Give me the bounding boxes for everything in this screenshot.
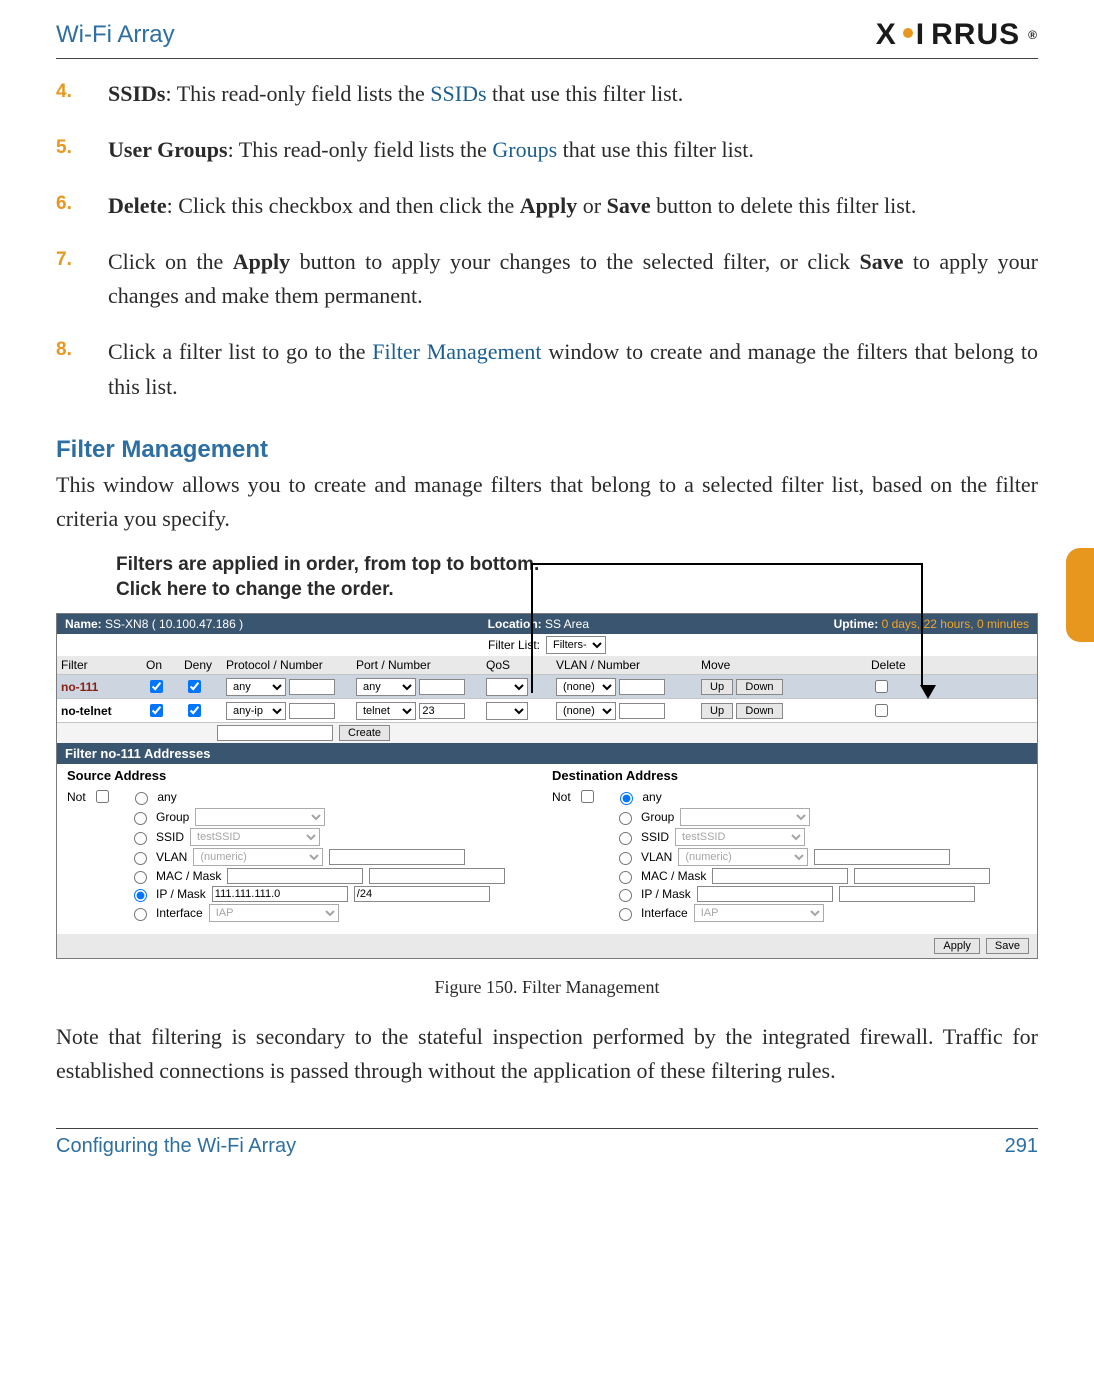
move-down-button[interactable]: Down bbox=[736, 703, 782, 719]
port-num-input[interactable] bbox=[419, 703, 465, 719]
vlan-select[interactable]: (none) bbox=[556, 678, 616, 696]
delete-checkbox[interactable] bbox=[875, 680, 888, 693]
src-group-radio[interactable] bbox=[134, 812, 147, 825]
move-up-button[interactable]: Up bbox=[701, 703, 733, 719]
src-ip-radio[interactable] bbox=[134, 889, 147, 902]
vlan-select[interactable]: (none) bbox=[556, 702, 616, 720]
src-vlan-num-input[interactable] bbox=[329, 849, 465, 865]
dst-vlan-num-input[interactable] bbox=[814, 849, 950, 865]
deny-checkbox[interactable] bbox=[188, 704, 201, 717]
dst-ssid-select[interactable]: testSSID bbox=[675, 828, 805, 846]
column-headers: FilterOnDeny Protocol / NumberPort / Num… bbox=[57, 656, 1037, 675]
dst-ip-radio[interactable] bbox=[619, 889, 632, 902]
side-tab bbox=[1066, 548, 1094, 642]
vlan-num-input[interactable] bbox=[619, 703, 665, 719]
delete-checkbox[interactable] bbox=[875, 704, 888, 717]
note-paragraph: Note that filtering is secondary to the … bbox=[56, 1020, 1038, 1088]
proto-select[interactable]: any-ip bbox=[226, 702, 286, 720]
move-down-button[interactable]: Down bbox=[736, 679, 782, 695]
src-ssid-radio[interactable] bbox=[134, 832, 147, 845]
src-ssid-select[interactable]: testSSID bbox=[190, 828, 320, 846]
port-select[interactable]: any bbox=[356, 678, 416, 696]
figure-caption: Figure 150. Filter Management bbox=[56, 977, 1038, 998]
page-number: 291 bbox=[1005, 1135, 1038, 1158]
source-address-panel: Source Address Not any Group SSID testSS… bbox=[67, 768, 542, 924]
src-iface-select[interactable]: IAP bbox=[209, 904, 339, 922]
ssids-link[interactable]: SSIDs bbox=[430, 81, 486, 106]
src-group-select[interactable] bbox=[195, 808, 325, 826]
port-num-input[interactable] bbox=[419, 679, 465, 695]
create-button[interactable]: Create bbox=[339, 725, 390, 741]
status-bar: Name: SS-XN8 ( 10.100.47.186 ) Location:… bbox=[57, 614, 1037, 634]
step-list: 4. SSIDs: This read-only field lists the… bbox=[56, 77, 1038, 404]
filter-list-select[interactable]: Filters-A bbox=[546, 636, 606, 654]
qos-select[interactable] bbox=[486, 702, 528, 720]
dst-group-select[interactable] bbox=[680, 808, 810, 826]
brand-logo: XIRRUS® bbox=[876, 18, 1038, 52]
dst-mac-input[interactable] bbox=[712, 868, 848, 884]
groups-link[interactable]: Groups bbox=[492, 137, 557, 162]
move-up-button[interactable]: Up bbox=[701, 679, 733, 695]
src-vlan-radio[interactable] bbox=[134, 852, 147, 865]
src-mac-input[interactable] bbox=[227, 868, 363, 884]
deny-checkbox[interactable] bbox=[188, 680, 201, 693]
screenshot-figure: Name: SS-XN8 ( 10.100.47.186 ) Location:… bbox=[56, 613, 1038, 959]
proto-num-input[interactable] bbox=[289, 703, 335, 719]
src-iface-radio[interactable] bbox=[134, 908, 147, 921]
dst-mac-mask-input[interactable] bbox=[854, 868, 990, 884]
apply-button[interactable]: Apply bbox=[934, 938, 980, 954]
table-row[interactable]: no-111 any any (none) Up Down bbox=[57, 675, 1037, 699]
step-7: 7. Click on the Apply button to apply yo… bbox=[108, 245, 1038, 313]
dst-vlan-radio[interactable] bbox=[619, 852, 632, 865]
dst-iface-select[interactable]: IAP bbox=[694, 904, 824, 922]
table-row[interactable]: no-telnet any-ip telnet (none) Up Down bbox=[57, 699, 1037, 723]
step-8: 8. Click a filter list to go to the Filt… bbox=[108, 335, 1038, 403]
logo-dot-icon bbox=[903, 28, 913, 38]
page-header: Wi-Fi Array XIRRUS® bbox=[56, 18, 1038, 52]
proto-num-input[interactable] bbox=[289, 679, 335, 695]
src-ip-input[interactable] bbox=[212, 886, 348, 902]
filter-mgmt-link[interactable]: Filter Management bbox=[372, 339, 541, 364]
port-select[interactable]: telnet bbox=[356, 702, 416, 720]
filter-list-row: Filter List: Filters-A bbox=[57, 634, 1037, 656]
page-footer: Configuring the Wi-Fi Array 291 bbox=[56, 1128, 1038, 1158]
dst-group-radio[interactable] bbox=[619, 812, 632, 825]
destination-address-panel: Destination Address Not any Group SSID t… bbox=[552, 768, 1027, 924]
src-ip-mask-input[interactable] bbox=[354, 886, 490, 902]
dst-any-radio[interactable] bbox=[620, 792, 633, 805]
proto-select[interactable]: any bbox=[226, 678, 286, 696]
section-intro: This window allows you to create and man… bbox=[56, 468, 1038, 536]
on-checkbox[interactable] bbox=[150, 680, 163, 693]
step-4: 4. SSIDs: This read-only field lists the… bbox=[108, 77, 1038, 111]
dst-ip-input[interactable] bbox=[697, 886, 833, 902]
dst-ip-mask-input[interactable] bbox=[839, 886, 975, 902]
src-vlan-select[interactable]: (numeric) bbox=[193, 848, 323, 866]
callout-text: Filters are applied in order, from top t… bbox=[116, 552, 1038, 603]
section-heading: Filter Management bbox=[56, 436, 1038, 464]
dst-ssid-radio[interactable] bbox=[619, 832, 632, 845]
qos-select[interactable] bbox=[486, 678, 528, 696]
step-6: 6. Delete: Click this checkbox and then … bbox=[108, 189, 1038, 223]
running-head: Wi-Fi Array bbox=[56, 21, 175, 49]
on-checkbox[interactable] bbox=[150, 704, 163, 717]
dst-not-checkbox[interactable] bbox=[581, 790, 594, 803]
addresses-bar: Filter no-111 Addresses bbox=[57, 743, 1037, 764]
dst-iface-radio[interactable] bbox=[619, 908, 632, 921]
arrow-down-icon bbox=[920, 685, 936, 699]
footer-title: Configuring the Wi-Fi Array bbox=[56, 1135, 296, 1158]
src-not-checkbox[interactable] bbox=[96, 790, 109, 803]
dst-mac-radio[interactable] bbox=[619, 871, 632, 884]
new-filter-input[interactable] bbox=[217, 725, 333, 741]
src-any-radio[interactable] bbox=[135, 792, 148, 805]
dst-vlan-select[interactable]: (numeric) bbox=[678, 848, 808, 866]
vlan-num-input[interactable] bbox=[619, 679, 665, 695]
src-mac-radio[interactable] bbox=[134, 871, 147, 884]
save-button[interactable]: Save bbox=[986, 938, 1029, 954]
header-rule bbox=[56, 58, 1038, 59]
step-5: 5. User Groups: This read-only field lis… bbox=[108, 133, 1038, 167]
src-mac-mask-input[interactable] bbox=[369, 868, 505, 884]
callout-arrow: Name: SS-XN8 ( 10.100.47.186 ) Location:… bbox=[56, 613, 1038, 959]
